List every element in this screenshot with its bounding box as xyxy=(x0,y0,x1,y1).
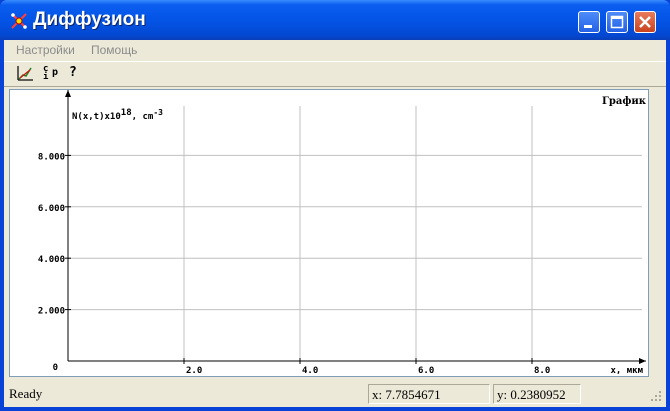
y-tick-label: 4.000 xyxy=(38,255,65,265)
app-window: Диффузион Настройки Помощь c i p ? 2.000… xyxy=(0,0,670,411)
cip-i-label: i xyxy=(43,72,49,82)
x-tick-label: 6.0 xyxy=(418,366,434,376)
x-axis-label: x, мкм xyxy=(610,366,643,376)
x-tick-label: 8.0 xyxy=(534,366,550,376)
menu-bar: Настройки Помощь xyxy=(4,40,666,60)
status-x-coord: x: 7.7854671 xyxy=(368,384,490,404)
y-tick-label: 2.000 xyxy=(38,307,65,317)
maximize-button[interactable] xyxy=(606,11,628,33)
menu-settings[interactable]: Настройки xyxy=(16,43,75,57)
y-tick-label: 8.000 xyxy=(38,152,65,162)
y-axis-arrow-icon xyxy=(65,90,71,97)
x-tick-label: 2.0 xyxy=(186,366,202,376)
axis-ticks: 2.000 4.000 6.000 8.000 2.0 4.0 6.0 8.0 xyxy=(38,152,550,376)
window-title: Диффузион xyxy=(33,9,146,30)
grid xyxy=(68,106,642,361)
title-bar[interactable]: Диффузион xyxy=(0,0,670,40)
window-body: Настройки Помощь c i p ? 2.000 4.000 6.0… xyxy=(4,40,666,407)
toolbar: c i p ? xyxy=(4,61,666,87)
plot-area[interactable]: 2.000 4.000 6.000 8.000 2.0 4.0 6.0 8.0 N(x,t)x… xyxy=(9,89,649,377)
app-diffusion-icon xyxy=(11,13,27,29)
graph-axes-icon[interactable] xyxy=(14,65,36,83)
status-y-coord: y: 0.2380952 xyxy=(493,384,581,404)
help-question-icon[interactable]: ? xyxy=(69,65,77,83)
resize-grip-icon[interactable] xyxy=(649,389,663,403)
close-icon xyxy=(639,16,651,28)
y-axis-label: N(x,t)x1018, cm-3 xyxy=(72,108,163,122)
maximize-icon xyxy=(610,15,624,29)
close-button[interactable] xyxy=(634,11,656,33)
plot-canvas: 2.000 4.000 6.000 8.000 2.0 4.0 6.0 8.0 N(x,t)x… xyxy=(38,90,647,376)
status-bar: Ready x: 7.7854671 y: 0.2380952 xyxy=(4,383,666,407)
cip-icon[interactable]: c i p xyxy=(42,64,68,82)
minimize-icon xyxy=(584,25,592,28)
status-text: Ready xyxy=(9,386,43,401)
menu-help[interactable]: Помощь xyxy=(91,43,137,57)
cip-p-label: p xyxy=(52,67,59,78)
x-axis-arrow-icon xyxy=(639,358,646,364)
x-tick-label: 4.0 xyxy=(302,366,318,376)
plot-corner-label: График xyxy=(602,96,647,107)
y-tick-label: 6.000 xyxy=(38,204,65,214)
minimize-button[interactable] xyxy=(578,11,600,33)
origin-label: 0 xyxy=(53,363,58,373)
